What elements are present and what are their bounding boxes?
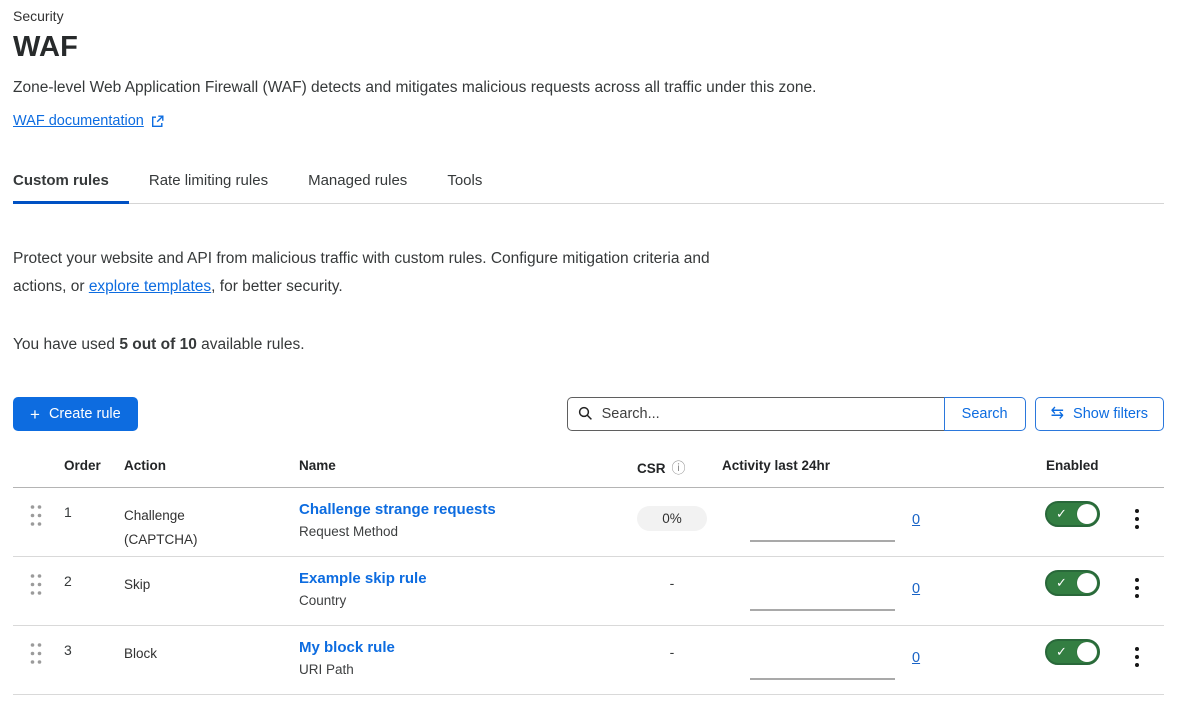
rule-menu-cell	[1110, 626, 1164, 694]
header-csr: CSR ⓘ	[624, 458, 722, 478]
search-button[interactable]: Search	[944, 397, 1026, 431]
create-rule-button[interactable]: + Create rule	[13, 397, 138, 431]
usage-suffix: available rules.	[197, 336, 305, 353]
rule-csr-cell: -	[624, 557, 722, 625]
toggle-knob	[1077, 573, 1097, 593]
activity-sparkline	[750, 540, 895, 542]
activity-sparkline	[750, 678, 895, 680]
header-activity: Activity last 24hr	[722, 458, 1030, 478]
usage-line: You have used 5 out of 10 available rule…	[13, 336, 1164, 354]
rule-order: 3	[51, 626, 111, 694]
rule-name-link[interactable]: Example skip rule	[299, 570, 427, 587]
create-rule-label: Create rule	[49, 406, 121, 422]
breadcrumb: Security	[13, 8, 1164, 24]
drag-handle[interactable]	[13, 557, 51, 625]
enabled-toggle[interactable]: ✓	[1045, 570, 1100, 596]
toggle-knob	[1077, 504, 1097, 524]
activity-count-link[interactable]: 0	[912, 581, 920, 597]
rule-csr-cell: -	[624, 626, 722, 694]
rule-enabled-cell: ✓	[1030, 488, 1110, 556]
rule-name-cell: Example skip rule Country	[286, 557, 624, 625]
waf-documentation-link[interactable]: WAF documentation	[13, 113, 164, 129]
rule-order: 1	[51, 488, 111, 556]
rule-action: Challenge (CAPTCHA)	[111, 488, 286, 556]
rule-activity-cell: 0	[722, 557, 1030, 625]
drag-handle[interactable]	[13, 488, 51, 556]
custom-rules-table: Order Action Name CSR ⓘ Activity last 24…	[13, 458, 1164, 695]
waf-tabs: Custom rules Rate limiting rules Managed…	[13, 172, 1164, 204]
drag-handle[interactable]	[13, 626, 51, 694]
rule-action: Skip	[111, 557, 286, 625]
rules-toolbar: + Create rule Search ⇆ Show filt	[13, 397, 1164, 431]
rule-order: 2	[51, 557, 111, 625]
page-description: Zone-level Web Application Firewall (WAF…	[13, 79, 1164, 97]
enabled-toggle[interactable]: ✓	[1045, 501, 1100, 527]
activity-sparkline	[750, 609, 895, 611]
rule-menu-cell	[1110, 557, 1164, 625]
swap-arrows-icon: ⇆	[1051, 406, 1064, 422]
tab-rate-limiting-rules[interactable]: Rate limiting rules	[149, 172, 288, 204]
usage-prefix: You have used	[13, 336, 119, 353]
header-name: Name	[286, 458, 624, 478]
rule-name-cell: Challenge strange requests Request Metho…	[286, 488, 624, 556]
activity-count-link[interactable]: 0	[912, 512, 920, 528]
intro-text-after: , for better security.	[211, 278, 343, 295]
rule-field: URI Path	[299, 662, 624, 677]
header-csr-label: CSR	[637, 461, 666, 476]
search-input[interactable]	[567, 397, 944, 431]
check-icon: ✓	[1056, 644, 1067, 660]
show-filters-label: Show filters	[1073, 406, 1148, 422]
header-menu	[1110, 458, 1164, 478]
table-row: 2 Skip Example skip rule Country - 0 ✓	[13, 557, 1164, 626]
info-icon[interactable]: ⓘ	[672, 458, 686, 478]
rule-name-cell: My block rule URI Path	[286, 626, 624, 694]
plus-icon: +	[30, 406, 40, 423]
page-title: WAF	[13, 31, 1164, 64]
rule-field: Country	[299, 593, 624, 608]
rule-name-link[interactable]: My block rule	[299, 639, 395, 656]
row-menu-button[interactable]	[1127, 506, 1147, 532]
usage-count: 5 out of 10	[119, 336, 197, 353]
search-icon	[578, 406, 593, 426]
rule-activity-cell: 0	[722, 488, 1030, 556]
table-header-row: Order Action Name CSR ⓘ Activity last 24…	[13, 458, 1164, 488]
waf-page: Security WAF Zone-level Web Application …	[0, 8, 1177, 695]
header-order: Order	[51, 458, 111, 478]
tab-custom-rules[interactable]: Custom rules	[13, 172, 129, 204]
header-drag	[13, 458, 51, 478]
doc-link-label: WAF documentation	[13, 113, 144, 129]
activity-count-link[interactable]: 0	[912, 650, 920, 666]
rule-enabled-cell: ✓	[1030, 557, 1110, 625]
row-menu-button[interactable]	[1127, 575, 1147, 601]
rule-field: Request Method	[299, 524, 624, 539]
table-row: 3 Block My block rule URI Path - 0 ✓	[13, 626, 1164, 695]
csr-value: -	[637, 644, 707, 660]
rule-name-link[interactable]: Challenge strange requests	[299, 501, 496, 518]
tab-managed-rules[interactable]: Managed rules	[308, 172, 427, 204]
toggle-knob	[1077, 642, 1097, 662]
rule-enabled-cell: ✓	[1030, 626, 1110, 694]
row-menu-button[interactable]	[1127, 644, 1147, 670]
search-group: Search	[567, 397, 1026, 431]
explore-templates-link[interactable]: explore templates	[89, 278, 211, 295]
header-enabled: Enabled	[1030, 458, 1110, 478]
rule-menu-cell	[1110, 488, 1164, 556]
rule-csr-cell: 0%	[624, 488, 722, 556]
rule-activity-cell: 0	[722, 626, 1030, 694]
intro-paragraph: Protect your website and API from malici…	[13, 245, 758, 300]
enabled-toggle[interactable]: ✓	[1045, 639, 1100, 665]
external-link-icon	[151, 115, 164, 128]
csr-value: -	[637, 575, 707, 591]
show-filters-button[interactable]: ⇆ Show filters	[1035, 397, 1164, 431]
rule-action: Block	[111, 626, 286, 694]
table-row: 1 Challenge (CAPTCHA) Challenge strange …	[13, 488, 1164, 557]
csr-badge: 0%	[637, 506, 707, 531]
check-icon: ✓	[1056, 506, 1067, 522]
tab-tools[interactable]: Tools	[447, 172, 502, 204]
check-icon: ✓	[1056, 575, 1067, 591]
header-action: Action	[111, 458, 286, 478]
